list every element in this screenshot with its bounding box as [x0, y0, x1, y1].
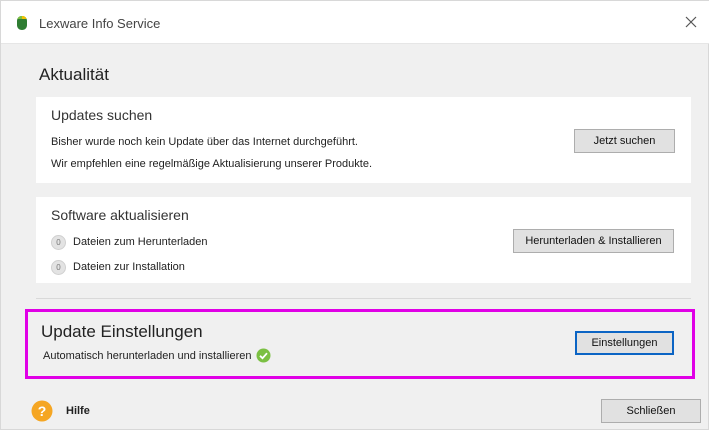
close-icon[interactable]	[682, 13, 700, 31]
check-circle-icon	[256, 348, 271, 363]
install-files-label: Dateien zur Installation	[73, 261, 185, 273]
updates-card: Updates suchen Bisher wurde noch kein Up…	[36, 97, 691, 183]
auto-update-label: Automatisch herunterladen und installier…	[43, 350, 252, 362]
lexware-logo-icon	[17, 16, 27, 30]
help-icon[interactable]: ?	[31, 400, 53, 422]
download-files-label: Dateien zum Herunterladen	[73, 236, 208, 248]
software-card-title: Software aktualisieren	[51, 207, 189, 223]
divider	[36, 298, 691, 299]
updates-status-text: Bisher wurde noch kein Update über das I…	[51, 136, 358, 148]
download-count-badge: 0	[51, 235, 66, 250]
window-title: Lexware Info Service	[39, 16, 161, 31]
updates-recommendation-text: Wir empfehlen eine regelmäßige Aktualisi…	[51, 158, 372, 170]
software-update-card: Software aktualisieren 0 Dateien zum Her…	[36, 197, 691, 283]
updates-card-title: Updates suchen	[51, 107, 153, 123]
close-button[interactable]: Schließen	[601, 399, 701, 423]
section-title: Aktualität	[39, 65, 109, 84]
install-count-badge: 0	[51, 260, 66, 275]
info-service-window: Lexware Info Service Aktualität Updates …	[0, 0, 709, 430]
svg-text:?: ?	[38, 403, 47, 419]
settings-button[interactable]: Einstellungen	[575, 331, 674, 355]
help-link[interactable]: Hilfe	[66, 405, 90, 417]
search-updates-button[interactable]: Jetzt suchen	[574, 129, 675, 153]
download-install-button[interactable]: Herunterladen & Installieren	[513, 229, 674, 253]
settings-title: Update Einstellungen	[41, 322, 203, 341]
title-bar: Lexware Info Service	[1, 1, 709, 44]
